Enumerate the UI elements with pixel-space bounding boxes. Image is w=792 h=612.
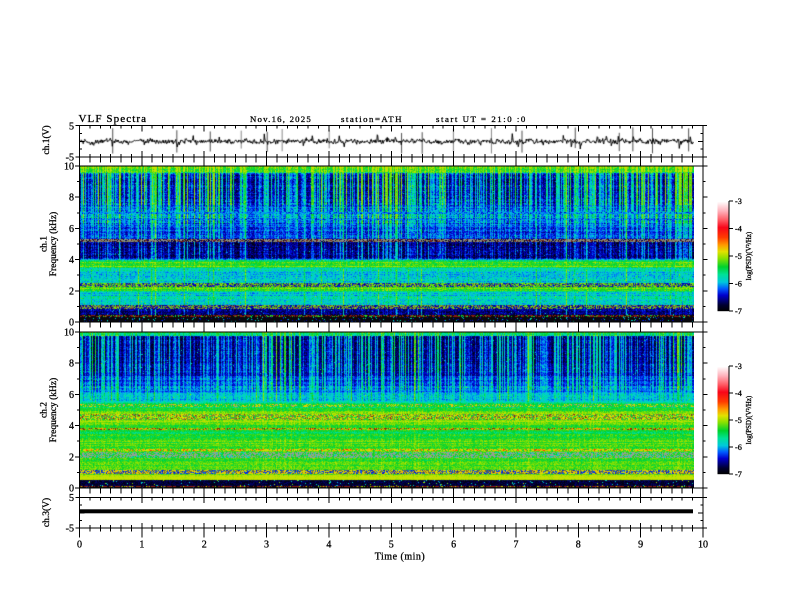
svg-text:-6: -6 [735,443,742,452]
svg-text:6: 6 [451,540,456,551]
svg-text:ch.1(V): ch.1(V) [41,125,52,154]
svg-text:5: 5 [69,493,74,504]
svg-text:4: 4 [69,255,74,266]
svg-text:start UT = 21:0 :0: start UT = 21:0 :0 [436,114,527,124]
svg-text:VLF Spectra: VLF Spectra [79,113,148,125]
svg-text:8: 8 [576,540,581,551]
svg-text:3: 3 [264,540,269,551]
svg-text:0: 0 [69,484,74,495]
svg-text:2: 2 [69,286,74,297]
svg-text:5: 5 [69,122,74,133]
svg-text:Nov.16, 2025: Nov.16, 2025 [250,114,312,124]
svg-text:ch.3(V): ch.3(V) [41,498,52,527]
svg-text:10: 10 [64,162,74,173]
svg-text:-4: -4 [735,224,742,233]
svg-text:log(PSD)(V²/Hz): log(PSD)(V²/Hz) [745,395,753,444]
svg-text:Frequency (kHz): Frequency (kHz) [48,378,59,443]
svg-text:0: 0 [77,540,82,551]
svg-text:-3: -3 [735,362,742,371]
svg-text:-3: -3 [735,197,742,206]
svg-text:6: 6 [69,224,74,235]
svg-text:-5: -5 [735,252,742,261]
svg-text:7: 7 [513,540,518,551]
svg-text:-5: -5 [735,416,742,425]
svg-text:ch.2: ch.2 [40,402,50,418]
svg-text:8: 8 [69,193,74,204]
svg-text:6: 6 [69,390,74,401]
svg-text:10: 10 [698,540,708,551]
svg-text:8: 8 [69,359,74,370]
svg-text:4: 4 [326,540,331,551]
svg-text:-6: -6 [735,279,742,288]
svg-text:10: 10 [64,328,74,339]
svg-text:-7: -7 [735,470,742,479]
svg-text:log(PSD)(V²/Hz): log(PSD)(V²/Hz) [745,231,753,280]
svg-text:-4: -4 [735,389,742,398]
svg-text:-7: -7 [735,307,742,316]
svg-text:-5: -5 [66,524,74,535]
svg-text:Frequency (kHz): Frequency (kHz) [48,212,59,277]
svg-text:ch.1: ch.1 [40,236,50,252]
svg-text:4: 4 [69,421,74,432]
svg-text:2: 2 [202,540,207,551]
svg-text:station=ATH: station=ATH [341,114,403,124]
svg-text:Time (min): Time (min) [375,552,425,563]
svg-text:5: 5 [389,540,394,551]
svg-text:9: 9 [638,540,643,551]
svg-text:1: 1 [139,540,144,551]
svg-text:2: 2 [69,452,74,463]
